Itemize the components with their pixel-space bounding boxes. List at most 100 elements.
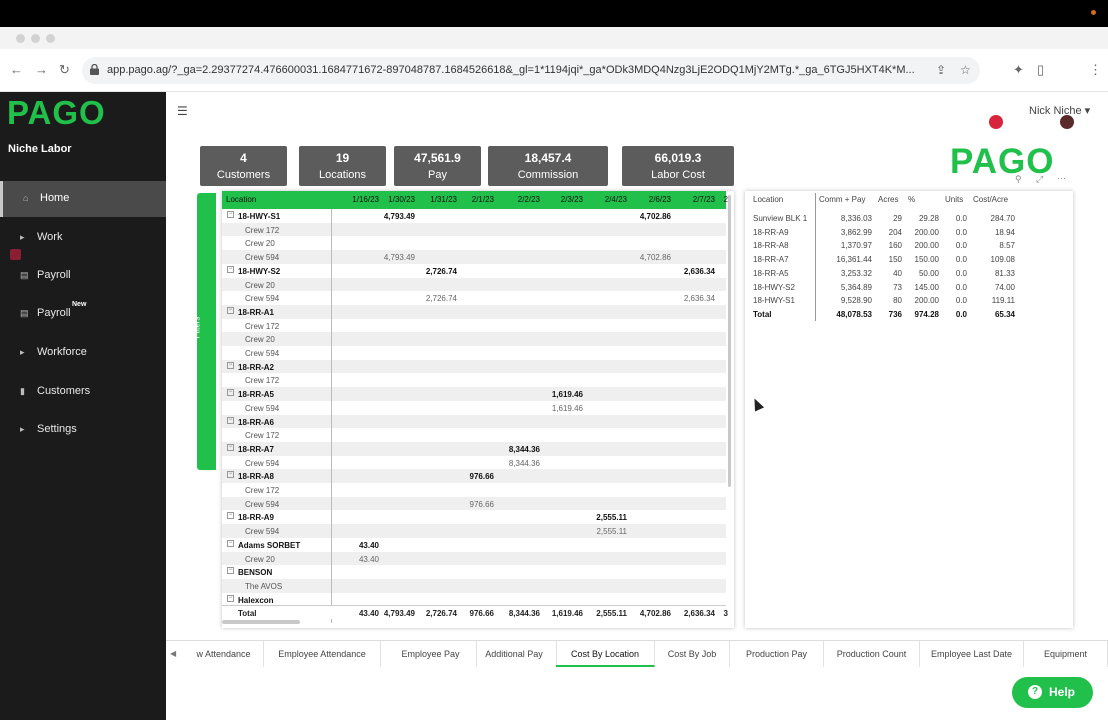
nav-payroll[interactable]: ▤ Payroll (0, 258, 166, 294)
user-menu[interactable]: Nick Niche ▾ (1029, 104, 1090, 117)
collapse-toggle-icon[interactable]: − (227, 265, 234, 273)
column-header-date[interactable]: 2 (686, 195, 728, 204)
location-row[interactable]: −18-RR-A8 976.66 (222, 469, 726, 483)
crew-row[interactable]: Crew 20 43.40 (222, 551, 726, 566)
collapse-toggle-icon[interactable]: − (227, 211, 234, 218)
location-row[interactable]: −18-HWY-S2 2,726.74 2,636.34 (222, 264, 726, 278)
more-options-icon[interactable]: ⋯ (1057, 173, 1066, 184)
column-header-comm-pay[interactable]: Comm + Pay (819, 195, 865, 204)
location-row[interactable]: −18-RR-A7 8,344.36 (222, 441, 726, 456)
collapse-toggle-icon[interactable]: − (227, 594, 234, 602)
crew-row[interactable]: Crew 594 8,344.36 (222, 456, 726, 470)
table-row[interactable]: Sunview BLK 1 8,336.03 29 29.28 0.0 284.70 (745, 211, 1073, 225)
collapse-toggle-icon[interactable]: − (227, 567, 234, 575)
collapse-toggle-icon[interactable]: − (227, 471, 234, 479)
nav-home[interactable]: ⌂ Home (0, 181, 166, 217)
location-row[interactable]: −18-RR-A6 (222, 414, 726, 429)
back-arrow-icon[interactable]: ← (10, 63, 23, 77)
column-header-percent[interactable]: % (908, 195, 915, 204)
table-row[interactable]: 18-HWY-S1 9,528.90 80 200.00 0.0 119.11 (745, 293, 1073, 307)
report-tab[interactable]: Employee Pay (385, 641, 477, 667)
table-row[interactable]: 18-RR-A8 1,370.97 160 200.00 0.0 8.57 (745, 238, 1073, 252)
column-header-units[interactable]: Units (945, 195, 963, 204)
crew-row[interactable]: Crew 594 976.66 (222, 496, 726, 511)
address-bar[interactable]: app.pago.ag/?_ga=2.29377274.476600031.16… (82, 57, 980, 84)
report-tab[interactable]: Production Count (824, 641, 920, 667)
table-row[interactable]: 18-RR-A7 16,361.44 150 150.00 0.0 109.08 (745, 252, 1073, 266)
column-header-date[interactable]: 1/31/23 (415, 195, 457, 204)
crew-row[interactable]: Crew 172 (222, 319, 726, 333)
location-row[interactable]: − Adams SORBET 43.40 (222, 538, 726, 552)
crew-row[interactable]: Crew 594 (222, 346, 726, 360)
column-header-date[interactable]: 1/30/23 (373, 195, 415, 204)
location-row[interactable]: −18-RR-A9 2,555.11 (222, 510, 726, 524)
crew-row[interactable]: Crew 172 (222, 428, 726, 442)
column-header-location[interactable]: Location (753, 195, 783, 204)
filter-icon[interactable]: ⚲ (1015, 174, 1022, 185)
table-row[interactable]: 18-RR-A9 3,862.99 204 200.00 0.0 18.94 (745, 225, 1073, 239)
location-row[interactable]: −18-RR-A2 (222, 359, 726, 374)
crew-row[interactable]: Crew 20 (222, 277, 726, 292)
collapse-toggle-icon[interactable]: − (227, 512, 234, 520)
column-header-date[interactable]: 2/2/23 (498, 195, 540, 204)
column-header-date[interactable]: 2/4/23 (585, 195, 627, 204)
hamburger-menu-icon[interactable]: ☰ (177, 104, 188, 118)
collapse-toggle-icon[interactable]: − (227, 389, 234, 397)
column-header-cost-acre[interactable]: Cost/Acre (973, 195, 1008, 204)
sidepanel-icon[interactable]: ▯ (1037, 63, 1044, 77)
report-tab[interactable]: Cost By Job (655, 641, 730, 667)
nav-payroll-new[interactable]: ▤ Payroll New (0, 296, 166, 332)
profile-avatar-icon[interactable] (1060, 115, 1074, 129)
column-header-date[interactable]: 2/1/23 (452, 195, 494, 204)
nav-customers[interactable]: ▮ Customers (0, 374, 166, 410)
report-tab[interactable]: Additional Pay (472, 641, 557, 667)
crew-row[interactable]: Crew 594 2,555.11 (222, 524, 726, 538)
report-tab[interactable]: Production Pay (730, 641, 824, 667)
crew-row[interactable]: Crew 172 (222, 483, 726, 497)
location-row[interactable]: −18-HWY-S1 4,793.49 4,702.86 (222, 209, 726, 223)
nav-work[interactable]: ▸ Work (0, 220, 166, 256)
vertical-scrollbar[interactable] (727, 191, 734, 491)
collapse-toggle-icon[interactable]: − (227, 443, 234, 451)
reload-icon[interactable]: ↻ (59, 63, 70, 77)
report-tab[interactable]: w Attendance (184, 641, 264, 667)
location-row[interactable]: −18-RR-A5 1,619.46 (222, 387, 726, 401)
extension-icon[interactable] (989, 115, 1003, 129)
collapse-toggle-icon[interactable]: − (227, 416, 234, 424)
crew-row[interactable]: Crew 594 1,619.46 (222, 401, 726, 415)
location-row[interactable]: − BENSON (222, 565, 726, 579)
report-tab[interactable]: Employee Last Date (920, 641, 1024, 667)
nav-settings[interactable]: ▸ Settings (0, 412, 166, 448)
window-minimize-button[interactable] (31, 34, 40, 43)
column-header-date[interactable]: 2/6/23 (629, 195, 671, 204)
location-row[interactable]: −18-RR-A1 (222, 304, 726, 319)
filters-pane-toggle[interactable]: Filters (192, 193, 216, 470)
horizontal-scrollbar[interactable] (222, 620, 300, 624)
report-tab[interactable]: Cost By Location (556, 641, 655, 667)
column-header-date[interactable]: 2/3/23 (541, 195, 583, 204)
crew-row[interactable]: Crew 594 2,726.74 2,636.34 (222, 291, 726, 305)
focus-mode-icon[interactable]: ⤢ (1036, 174, 1043, 185)
table-row[interactable]: 18-HWY-S2 5,364.89 73 145.00 0.0 74.00 (745, 280, 1073, 294)
puzzle-extensions-icon[interactable]: ✦ (1013, 63, 1024, 77)
collapse-toggle-icon[interactable]: − (227, 539, 234, 547)
pago-logo[interactable]: PAGO (7, 94, 106, 132)
crew-row[interactable]: Crew 172 (222, 373, 726, 387)
share-icon[interactable]: ⇪ (936, 63, 946, 77)
collapse-toggle-icon[interactable]: − (227, 361, 234, 369)
crew-row[interactable]: Crew 172 (222, 222, 726, 237)
table-row[interactable]: 18-RR-A5 3,253.32 40 50.00 0.0 81.33 (745, 266, 1073, 280)
crew-row[interactable]: The AVOS (222, 578, 726, 593)
nav-workforce[interactable]: ▸ Workforce (0, 335, 166, 371)
collapse-toggle-icon[interactable]: − (227, 306, 234, 314)
forward-arrow-icon[interactable]: → (35, 63, 48, 77)
location-row[interactable]: − Halexcon (222, 593, 726, 605)
window-maximize-button[interactable] (46, 34, 55, 43)
tabs-scroll-left-icon[interactable]: ◀ (170, 649, 176, 658)
crew-row[interactable]: Crew 20 (222, 332, 726, 346)
report-tab[interactable]: Employee Attendance (264, 641, 381, 667)
column-header-location[interactable]: Location (226, 195, 256, 204)
help-button[interactable]: ? Help (1012, 677, 1093, 708)
browser-menu-icon[interactable]: ⋮ (1089, 63, 1102, 77)
column-header-acres[interactable]: Acres (878, 195, 898, 204)
